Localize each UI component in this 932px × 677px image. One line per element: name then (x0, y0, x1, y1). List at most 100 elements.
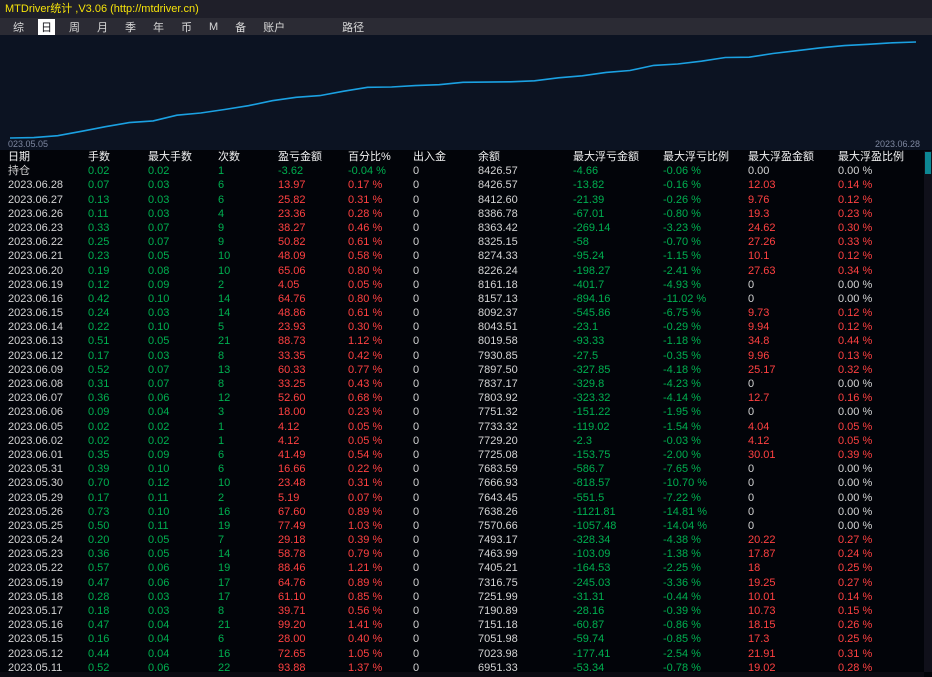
cell: 17 (218, 576, 231, 589)
cell: 4.12 (278, 420, 300, 433)
table-row[interactable]: 2023.05.18 0.28 0.03 17 61.10 0.85 % 0 7251.99 -… (0, 590, 932, 604)
cell: 18 (748, 562, 761, 575)
menu-item-账户[interactable]: 账户 (260, 19, 288, 35)
table-row[interactable]: 2023.06.09 0.52 0.07 13 60.33 0.77 % 0 7897.50 -… (0, 363, 932, 377)
cell: 0.12 % (838, 250, 873, 263)
table-row[interactable]: 2023.06.23 0.33 0.07 9 38.27 0.46 % 0 8363.42 -2… (0, 221, 932, 235)
column-header: 盈亏金额 (278, 151, 322, 163)
table-row[interactable]: 2023.06.06 0.09 0.04 3 18.00 0.23 % 0 7751.32 -1… (0, 405, 932, 419)
cell: 0.70 (88, 477, 110, 490)
table-row[interactable]: 2023.06.27 0.13 0.03 6 25.82 0.31 % 0 8412.60 -2… (0, 193, 932, 207)
table-row[interactable]: 持仓 0.02 0.02 1 -3.62 -0.04 % 0 8426.57 -4.66 -0.0… (0, 164, 932, 178)
menu-item-币[interactable]: 币 (178, 19, 195, 35)
cell: 4.12 (278, 434, 300, 447)
cell: -0.29 % (663, 321, 701, 334)
table-row[interactable]: 2023.05.30 0.70 0.12 10 23.48 0.31 % 0 7666.93 -… (0, 476, 932, 490)
cell: 8412.60 (478, 193, 518, 206)
table-row[interactable]: 2023.05.22 0.57 0.06 19 88.46 1.21 % 0 7405.21 -… (0, 561, 932, 575)
cell: 6 (218, 463, 225, 476)
cell: 0.23 % (838, 207, 873, 220)
cell: 0 (413, 463, 420, 476)
horizontal-scrollbar[interactable] (0, 672, 924, 677)
table-row[interactable]: 2023.05.23 0.36 0.05 14 58.78 0.79 % 0 7463.99 -… (0, 547, 932, 561)
cell: 7051.98 (478, 633, 518, 646)
cell: -1.15 % (663, 250, 701, 263)
table-row[interactable]: 2023.06.20 0.19 0.08 10 65.06 0.80 % 0 8226.24 -… (0, 264, 932, 278)
table-row[interactable]: 2023.06.22 0.25 0.07 9 50.82 0.61 % 0 8325.15 -5… (0, 235, 932, 249)
cell: 0.00 % (838, 463, 873, 476)
table-row[interactable]: 2023.05.15 0.16 0.04 6 28.00 0.40 % 0 7051.98 -5… (0, 632, 932, 646)
table-row[interactable]: 2023.05.24 0.20 0.05 7 29.18 0.39 % 0 7493.17 -3… (0, 533, 932, 547)
menu-item-月[interactable]: 月 (94, 19, 111, 35)
table-row[interactable]: 2023.06.13 0.51 0.05 21 88.73 1.12 % 0 8019.58 -… (0, 334, 932, 348)
cell: 19.3 (748, 207, 770, 220)
cell: 7463.99 (478, 548, 518, 561)
table-row[interactable]: 2023.06.15 0.24 0.03 14 48.86 0.61 % 0 8092.37 -… (0, 306, 932, 320)
cell: 0.52 (88, 363, 110, 376)
vertical-scrollbar[interactable] (924, 151, 932, 672)
cell: 0.00 % (838, 491, 873, 504)
table-row[interactable]: 2023.06.01 0.35 0.09 6 41.49 0.54 % 0 7725.08 -1… (0, 448, 932, 462)
menu-item-季[interactable]: 季 (122, 19, 139, 35)
cell: 77.49 (278, 519, 306, 532)
menu-item-备[interactable]: 备 (232, 19, 249, 35)
cell: -6.75 % (663, 307, 701, 320)
cell: 0.30 % (348, 321, 383, 334)
menu-item-M[interactable]: M (206, 21, 221, 33)
table-row[interactable]: 2023.06.08 0.31 0.07 8 33.25 0.43 % 0 7837.17 -3… (0, 377, 932, 391)
table-row[interactable]: 2023.06.05 0.02 0.02 1 4.12 0.05 % 0 7733.32 -11… (0, 420, 932, 434)
vertical-scrollbar-thumb[interactable] (925, 152, 931, 174)
cell: 9.96 (748, 349, 770, 362)
cell: 17.3 (748, 633, 770, 646)
table-row[interactable]: 2023.06.14 0.22 0.10 5 23.93 0.30 % 0 8043.51 -2… (0, 320, 932, 334)
cell: 7666.93 (478, 477, 518, 490)
cell: 0.34 % (838, 264, 873, 277)
cell: 0 (748, 519, 755, 532)
cell: 9.76 (748, 193, 770, 206)
table-row[interactable]: 2023.05.31 0.39 0.10 6 16.66 0.22 % 0 7683.59 -5… (0, 462, 932, 476)
table-row[interactable]: 2023.05.19 0.47 0.06 17 64.76 0.89 % 0 7316.75 -… (0, 576, 932, 590)
cell: 41.49 (278, 448, 306, 461)
table-row[interactable]: 2023.05.26 0.73 0.10 16 67.60 0.89 % 0 7638.26 -… (0, 505, 932, 519)
cell: -586.7 (573, 463, 605, 476)
cell: 1 (218, 165, 225, 178)
cell: 0.12 % (838, 307, 873, 320)
cell: 0 (748, 463, 755, 476)
cell: 2023.05.30 (8, 477, 64, 490)
cell: 2023.06.05 (8, 420, 64, 433)
cell: 0 (413, 448, 420, 461)
menu-item-日[interactable]: 日 (38, 18, 55, 35)
cell: 0.13 (88, 193, 110, 206)
table-row[interactable]: 2023.05.17 0.18 0.03 8 39.71 0.56 % 0 7190.89 -2… (0, 604, 932, 618)
table-row[interactable]: 2023.05.25 0.50 0.11 19 77.49 1.03 % 0 7570.66 -… (0, 519, 932, 533)
table-row[interactable]: 2023.05.16 0.47 0.04 21 99.20 1.41 % 0 7151.18 -… (0, 618, 932, 632)
menu-item-综[interactable]: 综 (10, 19, 27, 35)
cell: 2023.05.19 (8, 576, 64, 589)
cell: 0.47 (88, 576, 110, 589)
cell: 0.05 (148, 534, 170, 547)
table-row[interactable]: 2023.06.26 0.11 0.03 4 23.36 0.28 % 0 8386.78 -6… (0, 207, 932, 221)
menu-item-path[interactable]: 路径 (339, 19, 367, 35)
cell: 0.12 % (838, 193, 873, 206)
cell: 7023.98 (478, 647, 518, 660)
menu-item-年[interactable]: 年 (150, 19, 167, 35)
menu-item-周[interactable]: 周 (66, 19, 83, 35)
cell: 0.03 (148, 207, 170, 220)
table-row[interactable]: 2023.06.12 0.17 0.03 8 33.35 0.42 % 0 7930.85 -2… (0, 349, 932, 363)
table-row[interactable]: 2023.05.29 0.17 0.11 2 5.19 0.07 % 0 7643.45 -55… (0, 491, 932, 505)
cell: 7897.50 (478, 363, 518, 376)
cell: 2023.06.23 (8, 221, 64, 234)
cell: 0.05 (148, 335, 170, 348)
table-row[interactable]: 2023.06.19 0.12 0.09 2 4.05 0.05 % 0 8161.18 -40… (0, 278, 932, 292)
table-row[interactable]: 2023.05.12 0.44 0.04 16 72.65 1.05 % 0 7023.98 -… (0, 647, 932, 661)
table-row[interactable]: 2023.06.02 0.02 0.02 1 4.12 0.05 % 0 7729.20 -2.… (0, 434, 932, 448)
table-row[interactable]: 2023.06.28 0.07 0.03 6 13.97 0.17 % 0 8426.57 -1… (0, 178, 932, 192)
cell: 0.00 % (838, 165, 873, 178)
table-row[interactable]: 2023.06.16 0.42 0.10 14 64.76 0.80 % 0 8157.13 -… (0, 292, 932, 306)
table-row[interactable]: 2023.06.07 0.36 0.06 12 52.60 0.68 % 0 7803.92 -… (0, 391, 932, 405)
cell: 0.36 (88, 548, 110, 561)
cell: 10 (218, 477, 231, 490)
cell: -4.38 % (663, 534, 701, 547)
cell: 0.33 (88, 221, 110, 234)
table-row[interactable]: 2023.06.21 0.23 0.05 10 48.09 0.58 % 0 8274.33 -… (0, 249, 932, 263)
